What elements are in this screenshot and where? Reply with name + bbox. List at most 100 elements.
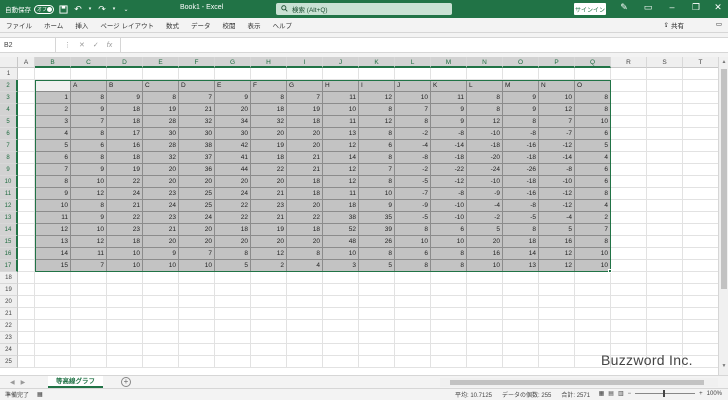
empty-cell[interactable] [18, 260, 35, 272]
ribbon-display-icon[interactable]: ▭ [638, 2, 658, 13]
scroll-down-icon[interactable]: ▼ [720, 363, 728, 371]
empty-cell[interactable] [215, 284, 251, 296]
data-cell[interactable]: 8 [287, 248, 323, 260]
data-cell[interactable]: -16 [503, 140, 539, 152]
empty-cell[interactable] [647, 308, 683, 320]
empty-cell[interactable] [71, 344, 107, 356]
data-cell[interactable]: 9 [71, 104, 107, 116]
empty-cell[interactable] [683, 92, 718, 104]
empty-cell[interactable] [215, 272, 251, 284]
empty-cell[interactable] [539, 332, 575, 344]
data-cell[interactable]: 2 [251, 260, 287, 272]
empty-cell[interactable] [179, 344, 215, 356]
data-cell[interactable]: 20 [287, 128, 323, 140]
empty-cell[interactable] [179, 308, 215, 320]
empty-cell[interactable] [683, 308, 718, 320]
empty-cell[interactable] [611, 200, 647, 212]
data-cell[interactable]: 5 [215, 260, 251, 272]
empty-cell[interactable] [395, 296, 431, 308]
row-label-cell[interactable]: 3 [35, 116, 71, 128]
data-cell[interactable]: 16 [467, 248, 503, 260]
data-cell[interactable]: -2 [395, 164, 431, 176]
row-label-cell[interactable]: 10 [35, 200, 71, 212]
data-cell[interactable]: 37 [179, 152, 215, 164]
data-cell[interactable]: 8 [575, 104, 611, 116]
data-cell[interactable]: 5 [575, 140, 611, 152]
empty-cell[interactable] [143, 332, 179, 344]
data-cell[interactable]: 4 [287, 260, 323, 272]
data-cell[interactable]: 34 [215, 116, 251, 128]
data-cell[interactable]: 12 [539, 104, 575, 116]
data-cell[interactable]: 8 [71, 152, 107, 164]
data-cell[interactable]: 6 [395, 248, 431, 260]
restore-icon[interactable]: ❐ [686, 2, 706, 13]
empty-cell[interactable] [18, 68, 35, 80]
undo-icon[interactable]: ↶ [72, 3, 84, 15]
empty-cell[interactable] [611, 116, 647, 128]
data-cell[interactable]: -10 [431, 200, 467, 212]
data-cell[interactable]: 24 [107, 188, 143, 200]
row-header-16[interactable]: 16 [0, 248, 18, 260]
data-cell[interactable]: 20 [215, 236, 251, 248]
data-cell[interactable]: 25 [179, 188, 215, 200]
data-cell[interactable]: 7 [179, 248, 215, 260]
data-cell[interactable]: 32 [179, 116, 215, 128]
row-header-19[interactable]: 19 [0, 284, 18, 296]
empty-cell[interactable] [431, 332, 467, 344]
data-cell[interactable]: 14 [323, 152, 359, 164]
tab-insert[interactable]: 挿入 [69, 20, 94, 30]
minimize-icon[interactable]: – [662, 2, 682, 12]
data-cell[interactable]: 4 [575, 152, 611, 164]
sheet-tab-active[interactable]: 等高線グラフ [48, 376, 103, 388]
data-cell[interactable]: -2 [467, 212, 503, 224]
data-cell[interactable]: 11 [431, 92, 467, 104]
empty-cell[interactable] [251, 320, 287, 332]
empty-cell[interactable] [18, 344, 35, 356]
row-label-cell[interactable]: 14 [35, 248, 71, 260]
data-cell[interactable]: 19 [251, 224, 287, 236]
header-cell[interactable]: K [431, 80, 467, 92]
data-cell[interactable]: 8 [251, 92, 287, 104]
empty-cell[interactable] [611, 92, 647, 104]
empty-cell[interactable] [18, 188, 35, 200]
empty-cell[interactable] [143, 296, 179, 308]
data-cell[interactable]: 38 [179, 140, 215, 152]
empty-cell[interactable] [71, 296, 107, 308]
data-cell[interactable]: 8 [431, 248, 467, 260]
empty-cell[interactable] [683, 332, 718, 344]
accessibility-icon[interactable]: ▦ [37, 391, 43, 398]
header-cell[interactable] [35, 80, 71, 92]
empty-cell[interactable] [18, 104, 35, 116]
empty-cell[interactable] [683, 320, 718, 332]
data-cell[interactable]: 6 [575, 176, 611, 188]
data-cell[interactable]: 19 [251, 140, 287, 152]
data-cell[interactable]: 8 [359, 104, 395, 116]
data-cell[interactable]: 5 [359, 260, 395, 272]
insert-function-icon[interactable]: fx [107, 42, 112, 49]
empty-cell[interactable] [18, 80, 35, 92]
empty-cell[interactable] [179, 284, 215, 296]
data-cell[interactable]: 10 [107, 248, 143, 260]
empty-cell[interactable] [611, 284, 647, 296]
data-cell[interactable]: -2 [395, 128, 431, 140]
data-cell[interactable]: 10 [359, 188, 395, 200]
empty-cell[interactable] [683, 248, 718, 260]
vertical-scroll-thumb[interactable] [721, 69, 727, 289]
empty-cell[interactable] [143, 272, 179, 284]
row-header-8[interactable]: 8 [0, 152, 18, 164]
empty-cell[interactable] [683, 272, 718, 284]
data-cell[interactable]: 10 [179, 260, 215, 272]
data-cell[interactable]: 24 [179, 212, 215, 224]
empty-cell[interactable] [611, 128, 647, 140]
row-label-cell[interactable]: 7 [35, 164, 71, 176]
empty-cell[interactable] [287, 344, 323, 356]
empty-cell[interactable] [107, 284, 143, 296]
data-cell[interactable]: 24 [215, 188, 251, 200]
empty-cell[interactable] [611, 212, 647, 224]
empty-cell[interactable] [647, 104, 683, 116]
share-button[interactable]: ⇪ 共有 [664, 20, 684, 30]
empty-cell[interactable] [18, 248, 35, 260]
tab-review[interactable]: 校閲 [217, 20, 242, 30]
data-cell[interactable]: 8 [503, 116, 539, 128]
data-cell[interactable]: 18 [251, 152, 287, 164]
